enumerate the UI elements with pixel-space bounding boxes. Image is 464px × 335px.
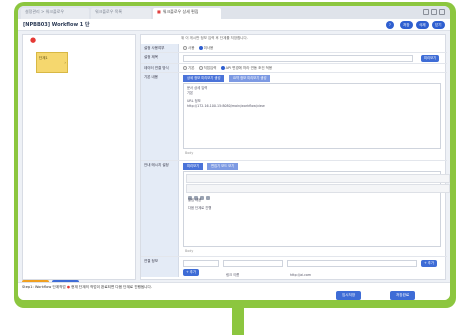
editor-line: 알림 내용 xyxy=(188,198,202,202)
close-icon[interactable]: ■ xyxy=(157,9,161,14)
editor-label: 안내 메시지 설정 xyxy=(141,161,179,256)
tab-1[interactable]: 설정관리 > 워크플로우 xyxy=(21,8,89,19)
status-text: Step1: Workflow 단계작업 ● 현재 단계의 작업이 완료되면 다… xyxy=(22,285,152,290)
close-button[interactable]: 닫기 xyxy=(432,21,445,29)
radio-label: 사용 xyxy=(188,46,195,50)
editor-row: 안내 메시지 설정 미리보기 편집기 모드 보기 알림 내용 다음 단계로 진행… xyxy=(141,161,450,257)
type-api-radio[interactable] xyxy=(220,66,225,70)
status-step: Step1: Workflow 단계작업 xyxy=(22,285,66,289)
workflow-canvas: ● 단계1 › xyxy=(22,34,136,280)
editor-toolbar xyxy=(186,174,450,190)
editor-toolbar-2 xyxy=(186,184,450,200)
use-row: 설정 사용여부 사용 미사용 xyxy=(141,44,447,53)
input-value: http://ai.com xyxy=(290,273,312,277)
add-row-button[interactable]: + 추가 xyxy=(183,269,199,276)
link-type-select[interactable]: URL xyxy=(183,260,219,277)
link-url-input[interactable]: http://ai.com xyxy=(287,260,417,277)
node-label: 단계1 xyxy=(39,56,48,60)
tab-label: 워크플로우 목록 xyxy=(95,9,123,14)
chevron-right-icon: › xyxy=(64,60,66,65)
editor-footer: Body xyxy=(185,249,194,253)
maximize-icon[interactable] xyxy=(431,9,437,15)
status-bar: Step1: Workflow 단계작업 ● 현재 단계의 작업이 완료되면 다… xyxy=(18,282,450,300)
green-stand xyxy=(232,308,244,335)
content-row: 기본 내용 상세 정보 미리보기 생성 요약 정보 미리보기 생성 문서 상세 … xyxy=(141,73,447,161)
delete-button[interactable]: 삭제 xyxy=(416,21,429,29)
link-row: 연결 정보 URL 링크 이름 http://ai.com + 추가 + 추가 xyxy=(141,257,447,277)
name-row: 설정 제목 미리보기 xyxy=(141,53,447,64)
status-message: 현재 단계의 작업이 완료되면 다음 단계로 진행됩니다. xyxy=(71,285,152,289)
page-title: [NPBB03] Workflow 1 단 xyxy=(23,22,90,28)
radio-label: API 변경에 따라 연동 조건 적용 xyxy=(225,66,273,70)
close-window-icon[interactable] xyxy=(439,9,445,15)
type-label: 데이터 연결 방식 xyxy=(141,64,179,72)
submit-button[interactable]: 저장완료 xyxy=(390,291,416,300)
editor-tab-preview[interactable]: 미리보기 xyxy=(183,163,204,170)
page-header: [NPBB03] Workflow 1 단 ? 저장 삭제 닫기 xyxy=(18,19,450,31)
rich-editor: 알림 내용 다음 단계로 진행 xyxy=(183,171,450,247)
name-label: 설정 제목 xyxy=(141,53,179,63)
detail-form: 위 이 게시판 정보 입력 후 단계를 저장합니다. 설정 사용여부 사용 미사… xyxy=(140,34,450,280)
type-basic-radio[interactable] xyxy=(183,66,187,70)
radio-label: 직접입력 xyxy=(203,66,217,70)
content-textarea[interactable]: 문서 상세 입력 기본 URL 정보 http://172.16.100.15:… xyxy=(183,83,441,149)
content-label: 기본 내용 xyxy=(141,73,179,160)
editor-body[interactable]: 알림 내용 다음 단계로 진행 xyxy=(188,198,211,211)
use-no-radio[interactable] xyxy=(198,46,203,50)
alert-icon: ● xyxy=(66,285,70,289)
type-manual-radio[interactable] xyxy=(198,66,203,70)
tab-label: 설정관리 > 워크플로우 xyxy=(25,9,65,14)
tab-label: 워크플로우 상세 편집 xyxy=(162,9,199,14)
name-input[interactable] xyxy=(183,55,413,62)
minimize-icon[interactable] xyxy=(423,9,429,15)
app-window: 설정관리 > 워크플로우 워크플로우 목록 ■ 워크플로우 상세 편집 [NPBB… xyxy=(18,6,450,300)
content-line: 기본 xyxy=(187,91,194,95)
content-tab-summary[interactable]: 요약 정보 미리보기 생성 xyxy=(229,75,271,82)
link-label: 연결 정보 xyxy=(141,257,179,277)
use-options: 사용 미사용 xyxy=(183,46,213,51)
location-pin-icon: ● xyxy=(30,36,37,44)
content-tab-detail[interactable]: 상세 정보 미리보기 생성 xyxy=(183,75,225,82)
tab-bar: 설정관리 > 워크플로우 워크플로우 목록 ■ 워크플로우 상세 편집 xyxy=(18,6,450,19)
help-button[interactable]: ? xyxy=(386,21,394,29)
input-value: 링크 이름 xyxy=(226,273,240,277)
use-yes-radio[interactable] xyxy=(183,46,187,50)
type-options: 기본 직접입력 API 변경에 따라 연동 조건 적용 xyxy=(183,66,272,71)
save-button[interactable]: 저장 xyxy=(400,21,413,29)
add-link-button[interactable]: + 추가 xyxy=(421,260,437,267)
tab-3[interactable]: ■ 워크플로우 상세 편집 xyxy=(153,8,221,19)
link-name-input[interactable]: 링크 이름 xyxy=(223,260,283,277)
content-line: http://172.16.100.15:8080/main/workflow/… xyxy=(187,104,265,108)
form-notice: 위 이 게시판 정보 입력 후 단계를 저장합니다. xyxy=(181,36,248,40)
window-controls xyxy=(423,9,445,15)
content-footer: Body xyxy=(185,151,194,155)
radio-label: 기본 xyxy=(188,66,195,70)
preview-button[interactable]: 미리보기 xyxy=(421,55,440,62)
use-label: 설정 사용여부 xyxy=(141,44,179,52)
type-row: 데이터 연결 방식 기본 직접입력 API 변경에 따라 연동 조건 적용 xyxy=(141,64,447,73)
editor-tab-source[interactable]: 편집기 모드 보기 xyxy=(207,163,239,170)
temp-save-button[interactable]: 임시저장 xyxy=(336,291,362,300)
tab-2[interactable]: 워크플로우 목록 xyxy=(91,8,151,19)
radio-label: 미사용 xyxy=(203,46,214,50)
workflow-node[interactable]: 단계1 › xyxy=(36,52,68,73)
editor-line: 다음 단계로 진행 xyxy=(188,206,212,210)
